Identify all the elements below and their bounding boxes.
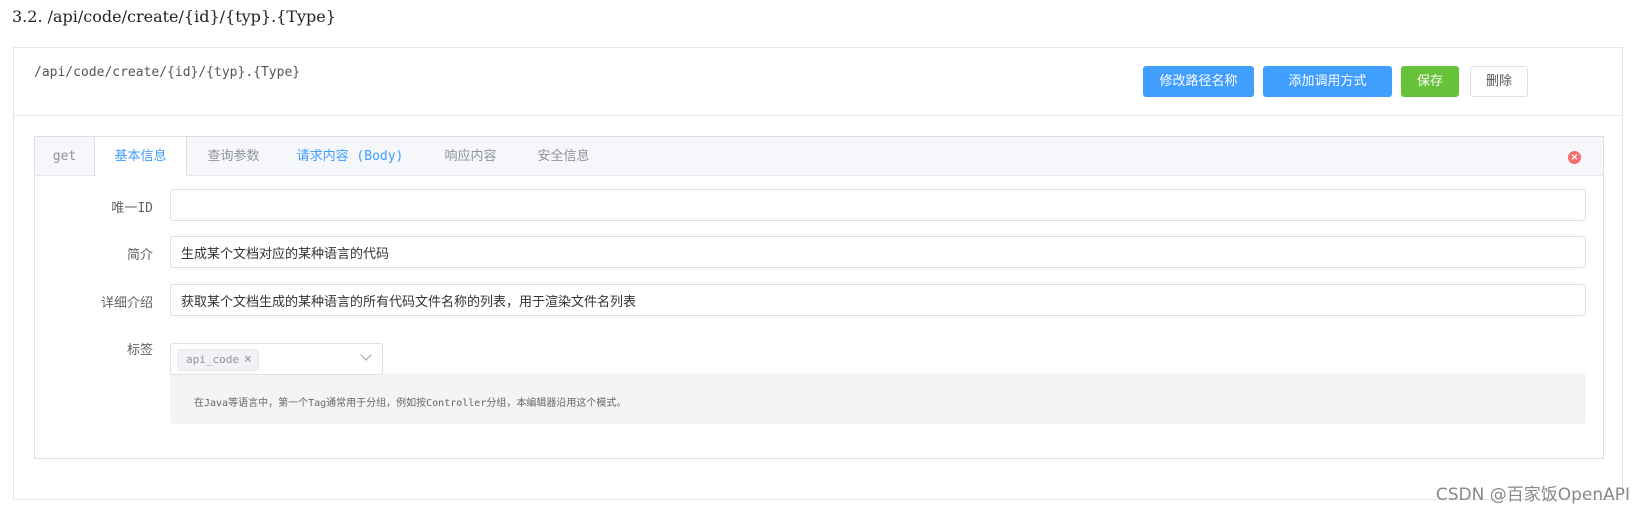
- tag-hint-text: 在Java等语言中，第一个Tag通常用于分组，例如按Controller分组，本…: [194, 398, 627, 409]
- tab-request-body[interactable]: 请求内容 (Body): [280, 137, 420, 176]
- description-label: 详细介绍: [100, 296, 153, 311]
- add-method-button[interactable]: 添加调用方式: [1263, 66, 1392, 97]
- tab-basic-info[interactable]: 基本信息: [94, 137, 187, 177]
- close-icon[interactable]: ×: [244, 352, 252, 367]
- tag-select[interactable]: api_code ×: [170, 343, 383, 375]
- summary-input[interactable]: [170, 236, 1586, 268]
- tag-chip-label: api_code: [186, 353, 239, 366]
- section-heading: 3.2. /api/code/create/{id}/{typ}.{Type}: [12, 7, 336, 26]
- delete-button[interactable]: 删除: [1470, 66, 1528, 97]
- tag-chip: api_code ×: [177, 349, 259, 371]
- tab-bar: get 基本信息 查询参数 请求内容 (Body) 响应内容 安全信息 ×: [35, 137, 1603, 177]
- tab-get[interactable]: get: [35, 137, 94, 176]
- summary-label: 简介: [126, 248, 153, 263]
- endpoint-header: /api/code/create/{id}/{typ}.{Type} 修改路径名…: [14, 48, 1622, 116]
- tab-query-params[interactable]: 查询参数: [187, 137, 280, 176]
- id-label: 唯一ID: [111, 201, 153, 216]
- tab-response[interactable]: 响应内容: [424, 137, 517, 176]
- tab-security[interactable]: 安全信息: [517, 137, 610, 176]
- chevron-down-icon[interactable]: [360, 349, 372, 361]
- description-input[interactable]: [170, 284, 1586, 316]
- id-input[interactable]: [170, 189, 1586, 221]
- watermark: CSDN @百家饭OpenAPI: [1435, 485, 1630, 505]
- endpoint-path: /api/code/create/{id}/{typ}.{Type}: [34, 65, 301, 80]
- close-circle-icon[interactable]: ×: [1568, 151, 1581, 164]
- method-tab-panel: get 基本信息 查询参数 请求内容 (Body) 响应内容 安全信息 × 唯一…: [34, 136, 1604, 459]
- save-button[interactable]: 保存: [1401, 66, 1459, 97]
- endpoint-card: /api/code/create/{id}/{typ}.{Type} 修改路径名…: [13, 47, 1623, 500]
- rename-path-button[interactable]: 修改路径名称: [1143, 66, 1254, 97]
- tag-hint-box: 在Java等语言中，第一个Tag通常用于分组，例如按Controller分组，本…: [170, 373, 1586, 424]
- tags-label: 标签: [126, 343, 153, 358]
